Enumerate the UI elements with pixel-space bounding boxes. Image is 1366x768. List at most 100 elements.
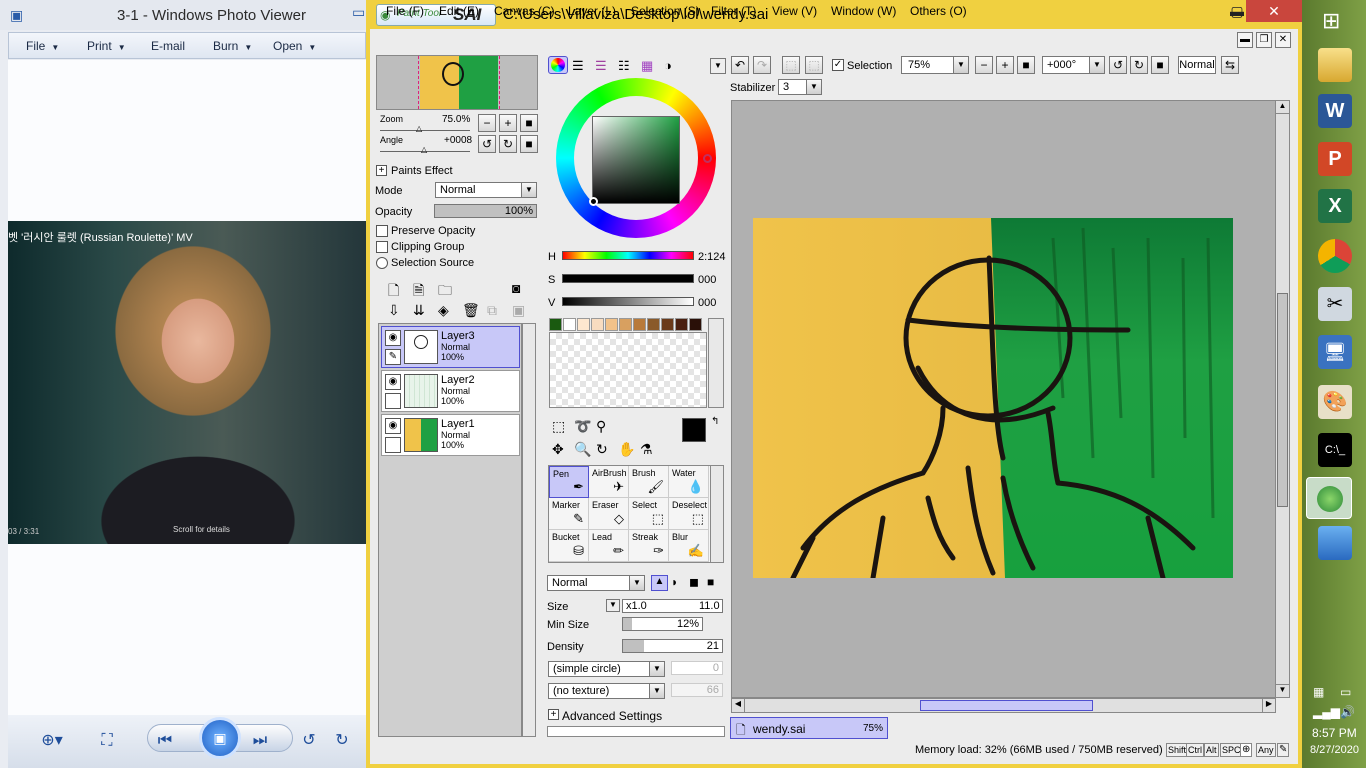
menu-edit[interactable]: Edit (E) xyxy=(439,4,479,18)
rotate-right-button[interactable]: ↻ xyxy=(499,135,517,153)
chrome-icon[interactable] xyxy=(1318,239,1352,273)
stabilizer-select[interactable]: 3 ▼ xyxy=(778,79,822,95)
color-swatch[interactable] xyxy=(689,318,702,331)
layer-scrollbar[interactable] xyxy=(522,323,536,737)
battery-icon[interactable]: ▭ xyxy=(1340,685,1351,699)
tool-select[interactable]: Select ⬚ xyxy=(629,498,669,530)
merge-down-icon[interactable]: ⇊ xyxy=(413,302,425,319)
opacity-bar[interactable]: 100% xyxy=(434,204,537,218)
word-icon[interactable]: W xyxy=(1318,94,1352,128)
mdi-restore-icon[interactable]: ❐ xyxy=(1256,32,1272,48)
zoom-icon[interactable]: ⊕▾ xyxy=(38,728,66,754)
pen-icon[interactable]: ✎ xyxy=(385,349,401,365)
hand-icon[interactable]: ✋ xyxy=(618,441,635,458)
lasso-icon[interactable]: ➰ xyxy=(574,418,591,435)
color-swatch[interactable] xyxy=(661,318,674,331)
layer-row-layer3[interactable]: ◉ ✎ Layer3 Normal 100% xyxy=(381,326,520,368)
layer-row-layer1[interactable]: ◉ Layer1 Normal 100% xyxy=(381,414,520,456)
restore-button[interactable]: ▢ xyxy=(1229,0,1245,22)
horizontal-scrollbar[interactable]: ◀ ▶ xyxy=(731,698,1276,713)
scroll-down-icon[interactable]: ▼ xyxy=(1276,684,1289,697)
color-swatch[interactable] xyxy=(619,318,632,331)
rotation-select[interactable]: +000° ▼ xyxy=(1042,56,1105,74)
rotate-left-button[interactable]: ↺ xyxy=(478,135,496,153)
new-layer-icon[interactable]: 🗋 xyxy=(388,280,399,304)
zoom-slider[interactable] xyxy=(380,130,470,131)
rotate-left-button[interactable]: ↺ xyxy=(1109,56,1127,74)
zoom-tool-icon[interactable]: 🔍 xyxy=(574,441,591,458)
next-icon[interactable]: ⏭ xyxy=(246,728,274,754)
color-swatch[interactable] xyxy=(633,318,646,331)
brush-blend-select[interactable]: Normal ▼ xyxy=(547,575,645,591)
actual-size-icon[interactable]: ⛶ xyxy=(93,728,121,754)
brush-shape-square-icon[interactable]: ■ xyxy=(707,575,714,589)
menu-selection[interactable]: Selection (S) xyxy=(631,4,700,18)
saturation-slider[interactable] xyxy=(562,274,694,283)
swap-colors-icon[interactable]: ↰ xyxy=(711,416,719,427)
eye-icon[interactable]: ◉ xyxy=(385,418,401,434)
tool-scrollbar[interactable] xyxy=(710,465,724,563)
tool-eraser[interactable]: Eraser ◇ xyxy=(589,498,629,530)
close-button[interactable]: ✕ xyxy=(1246,0,1302,22)
menu-open[interactable]: Open ▼ xyxy=(273,39,316,53)
rotate-right-button[interactable]: ↻ xyxy=(1130,56,1148,74)
document-tab[interactable]: 🗋 wendy.sai 75% xyxy=(730,717,888,739)
rotate-ccw-icon[interactable]: ↺ xyxy=(295,728,323,754)
brush-shape-round-icon[interactable]: ◗ xyxy=(671,575,678,589)
marquee-icon[interactable]: ⬚ xyxy=(552,418,565,435)
menu-filter[interactable]: Filter (T) xyxy=(711,4,756,18)
tool-brush[interactable]: Brush 🖌 xyxy=(629,466,669,498)
menu-email[interactable]: E-mail xyxy=(151,39,185,53)
scroll-left-icon[interactable]: ◀ xyxy=(732,699,745,712)
menu-view[interactable]: View (V) xyxy=(772,4,817,18)
density-bar[interactable]: 21 xyxy=(622,639,723,653)
menu-print[interactable]: Print ▼ xyxy=(87,39,126,53)
eye-icon[interactable]: ◉ xyxy=(385,330,401,346)
vertical-scrollbar[interactable]: ▲ ▼ xyxy=(1275,100,1290,698)
minimize-icon[interactable]: ▭ xyxy=(352,4,365,21)
menu-window[interactable]: Window (W) xyxy=(831,4,896,18)
new-folder-icon[interactable]: 🗀 xyxy=(438,280,452,304)
selection-source-radio[interactable] xyxy=(376,257,388,269)
hsv-sliders-icon[interactable]: ☰ xyxy=(595,58,607,74)
zoom-reset-button[interactable]: ■ xyxy=(520,114,538,132)
powerpoint-icon[interactable]: P xyxy=(1318,142,1352,176)
volume-icon[interactable]: 🔊 xyxy=(1340,705,1355,719)
clipping-group-checkbox[interactable] xyxy=(376,241,388,253)
hue-marker[interactable] xyxy=(703,154,712,163)
menu-file[interactable]: File (F) xyxy=(386,4,424,18)
clear-layer-icon[interactable]: ◈ xyxy=(438,302,449,319)
paint-tool-sai-icon[interactable] xyxy=(1306,477,1352,519)
vertical-scroll-thumb[interactable] xyxy=(1277,293,1288,507)
remote-desktop-icon[interactable]: 🖥 xyxy=(1318,335,1352,369)
saturation-value-square[interactable] xyxy=(592,116,680,204)
preserve-opacity-checkbox[interactable] xyxy=(376,225,388,237)
signal-icon[interactable]: ▂▄▆ xyxy=(1313,705,1340,719)
rotate-cw-icon[interactable]: ↻ xyxy=(328,728,356,754)
tool-bucket[interactable]: Bucket ⛁ xyxy=(549,530,589,562)
color-swatch[interactable] xyxy=(675,318,688,331)
zoom-slider-thumb[interactable]: △ xyxy=(416,124,422,133)
layer-row-layer2[interactable]: ◉ Layer2 Normal 100% xyxy=(381,370,520,412)
color-swatch[interactable] xyxy=(591,318,604,331)
excel-icon[interactable]: X xyxy=(1318,189,1352,223)
pen-icon[interactable] xyxy=(385,437,401,453)
paints-effect-label[interactable]: Paints Effect xyxy=(391,165,453,177)
sv-marker[interactable] xyxy=(589,197,598,206)
menu-file[interactable]: File ▼ xyxy=(26,39,59,53)
advanced-settings-label[interactable]: Advanced Settings xyxy=(562,709,662,723)
snipping-tool-icon[interactable]: ✂ xyxy=(1318,287,1352,321)
eye-icon[interactable]: ◉ xyxy=(385,374,401,390)
rgb-sliders-icon[interactable]: ☰ xyxy=(572,58,584,74)
magic-wand-icon[interactable]: ⚲ xyxy=(596,418,606,435)
menu-others[interactable]: Others (O) xyxy=(910,4,967,18)
mdi-minimize-icon[interactable]: ▬ xyxy=(1237,32,1253,48)
brush-shape-flat-icon[interactable]: ◼ xyxy=(689,575,699,589)
chevron-down-icon[interactable]: ▼ xyxy=(710,58,726,74)
color-swatch[interactable] xyxy=(647,318,660,331)
zoom-out-button[interactable]: − xyxy=(975,56,993,74)
menu-layer[interactable]: Layer (L) xyxy=(568,4,616,18)
tool-streak[interactable]: Streak ✑ xyxy=(629,530,669,562)
scroll-up-icon[interactable]: ▲ xyxy=(1276,101,1289,114)
view-blend-select[interactable]: Normal xyxy=(1178,56,1216,74)
